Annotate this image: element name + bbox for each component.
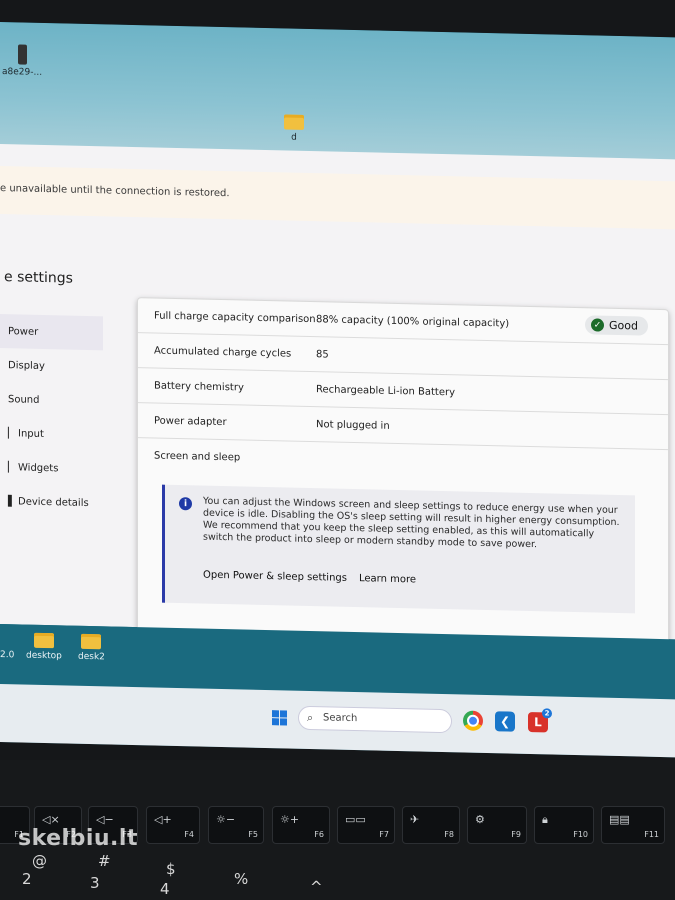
- brightness-down-icon: ☼−: [216, 813, 236, 826]
- widgets-icon: ▏: [8, 461, 16, 473]
- desktop-phone-shortcut[interactable]: a8e29-...: [2, 44, 42, 78]
- key-f5[interactable]: ☼− F5: [208, 806, 264, 844]
- desktop-icon-label: a8e29-...: [2, 67, 43, 78]
- key-f9[interactable]: ⚙ F9: [467, 806, 527, 844]
- key-label: F9: [511, 830, 521, 839]
- row-value: Not plugged in: [316, 419, 390, 432]
- row-label: Power adapter: [154, 415, 227, 429]
- volume-down-icon: ◁−: [96, 813, 114, 826]
- desktop-icon-label: 2.0: [0, 650, 15, 661]
- sidebar-item-label: Display: [8, 359, 45, 372]
- desktop-folder-d[interactable]: d: [284, 114, 304, 143]
- info-icon: i: [179, 497, 192, 511]
- settings-app-window: e unavailable until the connection is re…: [0, 144, 675, 650]
- phone-icon: [17, 44, 27, 65]
- row-value: Rechargeable Li-ion Battery: [316, 384, 456, 399]
- taskbar-search[interactable]: ⌕ Search: [298, 705, 452, 734]
- sidebar-item-device-details[interactable]: ▌ Device details: [0, 484, 103, 520]
- l-app-icon[interactable]: L 2: [528, 708, 552, 733]
- desktop-icon-label: d: [291, 132, 297, 143]
- sidebar-nav: Power Display Sound ▏ Input ▏ Widgets ▌ Dev…: [0, 314, 103, 520]
- keyboard-backlight-icon: ▤▤: [609, 813, 630, 826]
- status-badge-label: Good: [609, 318, 638, 333]
- battery-info-panel: Full charge capacity comparison 88% capa…: [137, 297, 669, 650]
- key-digit: 4: [160, 880, 170, 898]
- check-icon: ✓: [591, 318, 605, 332]
- page-title: e settings: [4, 269, 73, 287]
- key-symbol: @: [32, 852, 47, 870]
- key-f7[interactable]: ▭▭ F7: [337, 806, 395, 844]
- search-placeholder: Search: [323, 712, 358, 725]
- key-label: F4: [184, 830, 194, 839]
- sidebar-item-widgets[interactable]: ▏ Widgets: [0, 450, 103, 486]
- sleep-info-box: i You can adjust the Windows screen and …: [162, 484, 635, 614]
- watermark: skelbiu.lt: [18, 826, 138, 851]
- desktop-folder-desktop[interactable]: desktop: [26, 632, 62, 662]
- key-symbol: #: [98, 852, 111, 870]
- info-text: You can adjust the Windows screen and sl…: [203, 495, 620, 551]
- status-badge: ✓ Good: [585, 315, 648, 336]
- sidebar-item-label: Sound: [8, 393, 40, 406]
- desktop-icon-label: desktop: [26, 650, 62, 662]
- sidebar-item-power[interactable]: Power: [0, 314, 103, 351]
- row-value: 85: [316, 349, 329, 361]
- search-icon: ⌕: [307, 710, 314, 725]
- key-symbol: %: [234, 870, 249, 888]
- connection-banner: e unavailable until the connection is re…: [0, 166, 675, 230]
- row-label: Accumulated charge cycles: [154, 345, 292, 360]
- volume-mute-icon: ◁×: [42, 813, 60, 826]
- key-f10[interactable]: 🔒︎ F10: [534, 806, 594, 844]
- input-icon: ▏: [8, 427, 16, 439]
- sidebar-item-label: Device details: [18, 495, 89, 509]
- sidebar-item-label: Widgets: [18, 461, 59, 474]
- open-power-sleep-link[interactable]: Open Power & sleep settings: [203, 570, 347, 584]
- brightness-up-icon: ☼+: [280, 813, 300, 826]
- banner-text: e unavailable until the connection is re…: [0, 183, 230, 200]
- section-title: Screen and sleep: [154, 450, 241, 464]
- desktop-folder-desk2[interactable]: desk2: [78, 633, 105, 663]
- folder-icon: [81, 633, 102, 650]
- windows-start-icon[interactable]: [272, 710, 287, 726]
- desktop-icon[interactable]: 2.0: [0, 632, 14, 660]
- key-label: F8: [444, 830, 454, 839]
- display-switch-icon: ▭▭: [345, 813, 366, 826]
- key-f4[interactable]: ◁+ F4: [146, 806, 200, 844]
- folder-icon: [284, 114, 304, 130]
- sidebar-item-label: Input: [18, 427, 44, 440]
- sidebar-item-label: Power: [8, 325, 39, 338]
- sidebar-item-input[interactable]: ▏ Input: [0, 416, 103, 452]
- key-symbol: $: [166, 860, 176, 878]
- key-digit: 2: [22, 870, 32, 888]
- notification-badge: 2: [542, 708, 552, 719]
- vscode-app-icon[interactable]: ❮: [495, 711, 515, 732]
- key-label: F7: [379, 830, 389, 839]
- sidebar-item-sound[interactable]: Sound: [0, 382, 103, 418]
- key-label: F10: [573, 830, 588, 839]
- desktop-icon-label: desk2: [78, 651, 105, 663]
- device-icon: ▌: [8, 495, 16, 507]
- key-label: F5: [248, 830, 258, 839]
- key-digit: 3: [90, 874, 100, 892]
- lock-icon: 🔒︎: [542, 813, 548, 826]
- screen: a8e29-... d e unavailable until the conn…: [0, 22, 675, 758]
- key-f11[interactable]: ▤▤ F11: [601, 806, 665, 844]
- settings-gear-icon: ⚙: [475, 813, 485, 826]
- row-value: 88% capacity (100% original capacity): [316, 314, 510, 330]
- key-symbol: ^: [310, 878, 323, 896]
- chrome-app-icon[interactable]: [463, 710, 483, 731]
- row-label: Full charge capacity comparison: [154, 310, 316, 326]
- sidebar-item-display[interactable]: Display: [0, 348, 103, 384]
- key-label: F11: [644, 830, 659, 839]
- row-label: Battery chemistry: [154, 380, 244, 394]
- volume-up-icon: ◁+: [154, 813, 172, 826]
- folder-icon: [33, 632, 54, 649]
- learn-more-link[interactable]: Learn more: [359, 573, 416, 585]
- key-label: F6: [314, 830, 324, 839]
- key-f6[interactable]: ☼+ F6: [272, 806, 330, 844]
- airplane-icon: ✈: [410, 813, 420, 826]
- key-f8[interactable]: ✈ F8: [402, 806, 460, 844]
